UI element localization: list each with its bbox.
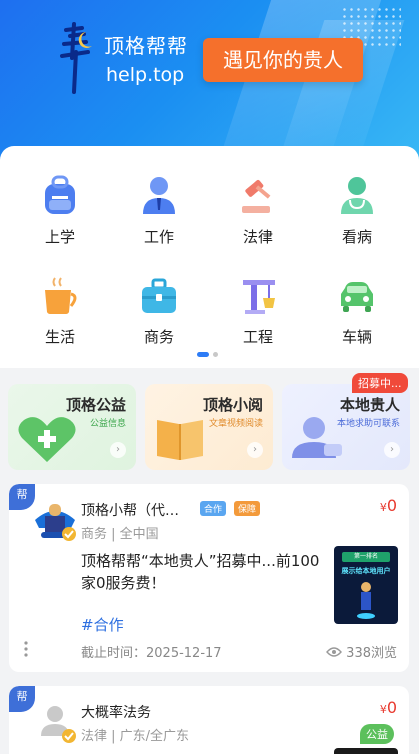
- poster-name[interactable]: 大概率法务: [81, 702, 151, 722]
- post-meta: 法律 | 广东/全广东: [81, 729, 190, 744]
- post-views: 338浏览: [326, 642, 397, 661]
- slogan-badge: 遇见你的贵人: [203, 38, 363, 82]
- backpack-icon: [39, 174, 81, 216]
- feature-subtitle: 文章视频阅读: [208, 419, 263, 429]
- brand-domain: help.top: [106, 64, 185, 86]
- price-value: 0: [386, 496, 397, 515]
- chevron-right-icon: ›: [247, 442, 263, 458]
- category-vehicle[interactable]: 车辆: [317, 274, 397, 347]
- thumbnail-line: 展示给本地用户: [341, 567, 391, 575]
- mascot-icon: [357, 582, 375, 619]
- top-banner[interactable]: 顶格帮帮 help.top 遇见你的贵人: [0, 0, 419, 170]
- category-label: 看病: [341, 228, 372, 246]
- category-label: 生活: [44, 328, 75, 346]
- page-dot: [213, 352, 218, 357]
- page-indicator: [197, 352, 218, 357]
- post-meta: 商务 | 全中国: [81, 527, 159, 542]
- page-dot-active: [197, 352, 209, 357]
- feature-subtitle: 公益信息: [89, 419, 126, 429]
- category-panel: 上学 工作 法律 看病 生活 商务 工程 车辆: [0, 146, 419, 368]
- post-card[interactable]: 帮 大概率法务 法律 | 广东/全广东 ¥0 公益: [9, 686, 409, 754]
- category-life[interactable]: 生活: [20, 274, 100, 347]
- category-label: 工程: [242, 328, 273, 346]
- recruiting-badge: 招募中...: [352, 373, 408, 393]
- brand-logo-icon: [60, 22, 92, 94]
- person-icon: [292, 417, 342, 458]
- feature-card-reading[interactable]: 顶格小阅 文章视频阅读 ›: [145, 384, 273, 470]
- post-deadline: 截止时间：2025-12-17: [81, 646, 222, 661]
- category-engineering[interactable]: 工程: [218, 274, 298, 347]
- feature-card-local-patron[interactable]: 本地贵人 本地求助可联系 ›: [282, 384, 410, 470]
- book-icon: [157, 420, 203, 460]
- feature-card-charity[interactable]: 顶格公益 公益信息 ›: [8, 384, 136, 470]
- category-business[interactable]: 商务: [119, 274, 199, 347]
- chevron-right-icon: ›: [384, 442, 400, 458]
- chevron-right-icon: ›: [110, 442, 126, 458]
- post-thumbnail[interactable]: 第一排名 展示给本地用户: [334, 546, 398, 624]
- coffee-cup-icon: [39, 274, 81, 316]
- tag-cooperation: 合作: [200, 501, 227, 516]
- post-hashtag[interactable]: #合作: [81, 614, 124, 635]
- feature-subtitle: 本地求助可联系: [336, 419, 400, 429]
- car-icon: [336, 274, 378, 316]
- post-card[interactable]: 帮 顶格小帮（代… 合作 保障 商务 | 全中国 ¥0 顶格帮帮“本地贵人”招募…: [9, 484, 409, 672]
- worker-icon: [138, 174, 180, 216]
- doctor-icon: [336, 174, 378, 216]
- poster-name[interactable]: 顶格小帮（代…: [81, 500, 179, 520]
- feature-title: 顶格公益: [65, 396, 126, 414]
- views-count: 338浏览: [346, 646, 397, 661]
- brand-name: 顶格帮帮: [104, 34, 188, 58]
- category-label: 法律: [242, 228, 273, 246]
- currency-symbol: ¥: [379, 501, 387, 514]
- heart-plus-icon: [18, 417, 76, 462]
- category-label: 上学: [44, 228, 75, 246]
- tag-charity: 公益: [360, 724, 394, 744]
- feature-title: 顶格小阅: [202, 396, 263, 414]
- tag-guarantee: 保障: [234, 501, 261, 516]
- feature-title: 本地贵人: [339, 396, 400, 414]
- category-label: 商务: [143, 328, 174, 346]
- avatar[interactable]: [31, 498, 79, 542]
- post-content[interactable]: 顶格帮帮“本地贵人”招募中...前100家0服务费！: [81, 550, 321, 594]
- category-label: 车辆: [341, 328, 372, 346]
- currency-symbol: ¥: [379, 703, 387, 716]
- crane-icon: [237, 274, 279, 316]
- post-price: ¥0: [380, 698, 397, 717]
- post-price: ¥0: [380, 496, 397, 515]
- price-value: 0: [386, 698, 397, 717]
- category-label: 工作: [143, 228, 174, 246]
- gavel-icon: [237, 174, 279, 216]
- avatar[interactable]: [31, 700, 79, 744]
- post-thumbnail[interactable]: [334, 748, 398, 754]
- category-law[interactable]: 法律: [218, 174, 298, 247]
- eye-icon: [326, 646, 343, 657]
- thumbnail-line: 第一排名: [342, 552, 390, 562]
- category-school[interactable]: 上学: [20, 174, 100, 247]
- more-vertical-icon[interactable]: [23, 640, 29, 658]
- category-medical[interactable]: 看病: [317, 174, 397, 247]
- briefcase-icon: [138, 274, 180, 316]
- category-work[interactable]: 工作: [119, 174, 199, 247]
